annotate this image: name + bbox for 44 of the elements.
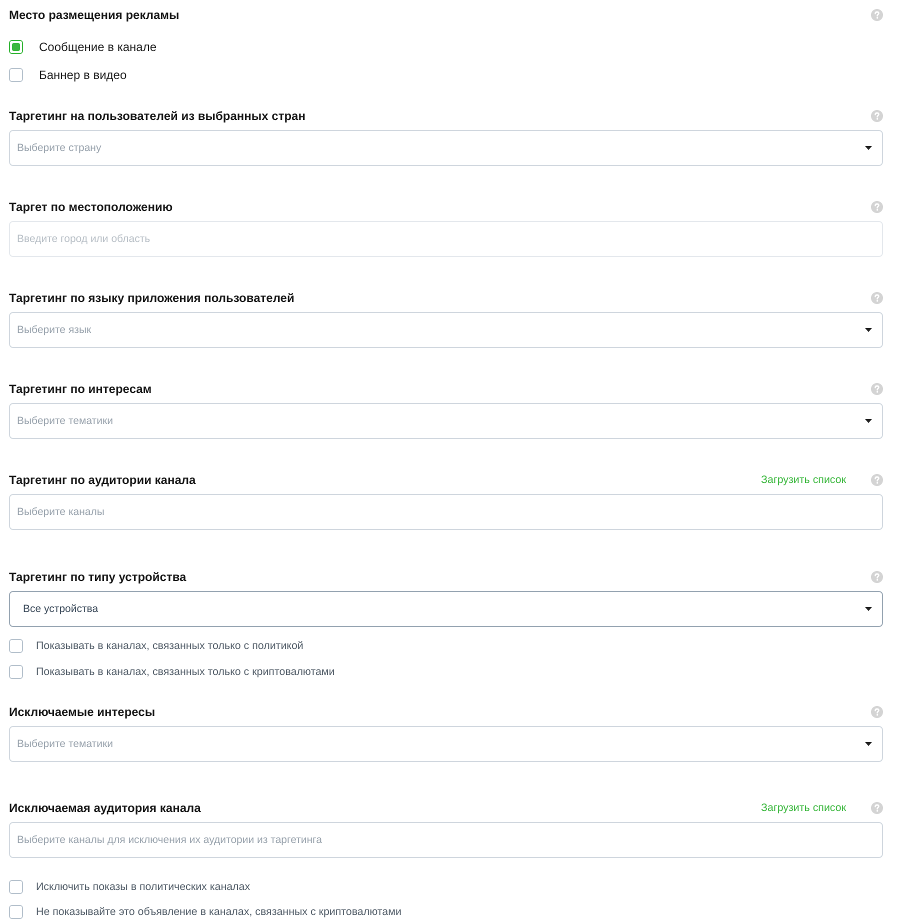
checkbox[interactable] (9, 665, 23, 679)
help-icon[interactable] (871, 571, 883, 583)
caret-icon (865, 607, 872, 611)
select-field[interactable]: Все устройства (9, 591, 883, 627)
select-field[interactable]: Выберите страну (9, 130, 883, 166)
section-title: Таргет по местоположению (9, 200, 174, 214)
select-field[interactable]: Выберите тематики (9, 726, 883, 762)
checkbox-label[interactable]: Показывать в каналах, связанных только с криптовалютами (36, 666, 335, 678)
section-title: Таргетинг по аудитории канала (9, 473, 197, 487)
checkbox[interactable] (9, 639, 23, 653)
input-field[interactable]: Выберите каналы для исключения их аудитории из таргетинга (9, 822, 883, 858)
checkbox-label[interactable]: Не показывайте это объявление в каналах, связанных с криптовалютами (36, 906, 402, 918)
checkbox[interactable] (9, 68, 23, 82)
select-field[interactable]: Выберите язык (9, 312, 883, 348)
checkbox-label[interactable]: Показывать в каналах, связанных только с политикой (36, 640, 304, 652)
section-title: Таргетинг по типу устройства (9, 570, 188, 584)
caret-icon (865, 742, 872, 746)
section-title: Таргетинг на пользователей из выбранных стран (9, 109, 306, 123)
checkbox[interactable] (9, 40, 23, 54)
help-icon[interactable] (871, 706, 883, 718)
help-icon[interactable] (871, 201, 883, 213)
checkbox-label[interactable]: Исключить показы в политических каналах (36, 880, 250, 892)
section-title: Таргетинг по языку приложения пользователей (9, 291, 296, 305)
help-icon[interactable] (871, 292, 883, 304)
load-list-link[interactable]: Загрузить список (761, 802, 846, 814)
help-icon[interactable] (871, 474, 883, 486)
caret-icon (865, 419, 872, 423)
input-field[interactable]: Выберите каналы (9, 494, 883, 530)
section-title: Исключаемая аудитория канала (9, 801, 202, 815)
help-icon[interactable] (871, 383, 883, 395)
help-icon[interactable] (871, 9, 883, 21)
checkbox-label[interactable]: Сообщение в канале (39, 40, 157, 54)
select-field[interactable]: Выберите тематики (9, 403, 883, 439)
caret-icon (865, 328, 872, 332)
load-list-link[interactable]: Загрузить список (761, 474, 846, 486)
checkbox[interactable] (9, 904, 23, 918)
checkbox-label[interactable]: Баннер в видео (39, 68, 127, 82)
checkbox[interactable] (9, 880, 23, 894)
help-icon[interactable] (871, 802, 883, 814)
section-title: Таргетинг по интересам (9, 382, 153, 396)
section-title: Место размещения рекламы (9, 8, 180, 22)
caret-icon (865, 146, 872, 150)
section-title: Исключаемые интересы (9, 705, 156, 719)
help-icon[interactable] (871, 110, 883, 122)
